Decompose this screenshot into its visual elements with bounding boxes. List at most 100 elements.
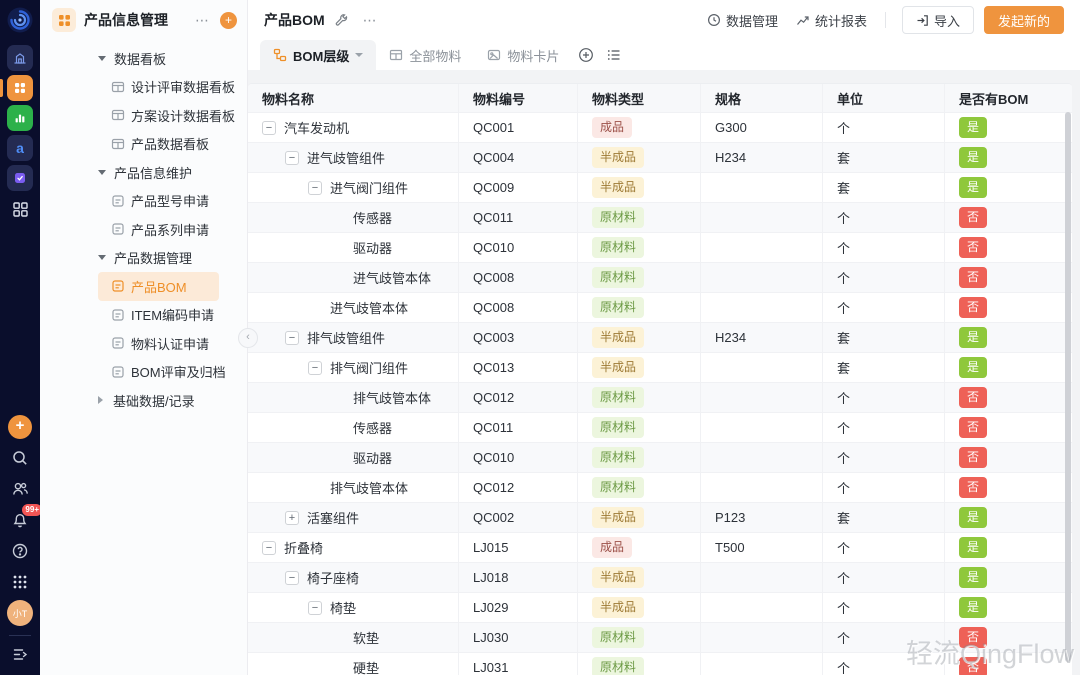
table-row[interactable]: 排气歧管本体QC012原材料个否 — [248, 473, 1072, 503]
cell-spec — [701, 233, 823, 263]
stats-report-link[interactable]: 统计报表 — [796, 11, 867, 30]
collapse-node-icon[interactable]: − — [285, 151, 299, 165]
org-app-icon[interactable] — [7, 45, 33, 71]
create-new-button[interactable]: 发起新的 — [984, 6, 1064, 34]
cell-has-bom: 是 — [945, 353, 1072, 383]
collapse-node-icon[interactable]: − — [308, 181, 322, 195]
table-row[interactable]: 软垫LJ030原材料个否 — [248, 623, 1072, 653]
cell-material-type: 原材料 — [578, 293, 701, 323]
tab-all-materials[interactable]: 全部物料 — [376, 40, 474, 70]
cell-has-bom: 是 — [945, 593, 1072, 623]
table-row[interactable]: 传感器QC011原材料个否 — [248, 203, 1072, 233]
report-app-icon[interactable] — [7, 105, 33, 131]
help-icon[interactable] — [7, 538, 33, 564]
page-more-icon[interactable]: ⋯ — [359, 12, 382, 29]
table-row[interactable]: 硬垫LJ031原材料个否 — [248, 653, 1072, 675]
app-grid-icon[interactable] — [7, 569, 33, 595]
table-row[interactable]: −折叠椅LJ015成品T500个是 — [248, 533, 1072, 563]
table-row[interactable]: −汽车发动机QC001成品G300个是 — [248, 113, 1072, 143]
table-row[interactable]: −进气阀门组件QC009半成品套是 — [248, 173, 1072, 203]
contacts-icon[interactable] — [7, 476, 33, 502]
sidebar-item-label: 产品数据管理 — [114, 248, 192, 267]
table-row[interactable]: 排气歧管本体QC012原材料个否 — [248, 383, 1072, 413]
search-app-icon[interactable]: a — [7, 135, 33, 161]
sidebar-item[interactable]: 产品BOM — [98, 272, 219, 301]
sidebar-group[interactable]: 产品数据管理 — [98, 244, 219, 273]
cell-material-name: 进气歧管本体 — [248, 293, 459, 323]
sidebar-item[interactable]: BOM评审及归档 — [98, 358, 219, 387]
view-list-icon[interactable] — [600, 40, 628, 70]
sidebar-item-label: 物料认证申请 — [131, 334, 209, 353]
sidebar-item[interactable]: 产品系列申请 — [98, 215, 219, 244]
table-row[interactable]: 驱动器QC010原材料个否 — [248, 443, 1072, 473]
cell-material-type: 原材料 — [578, 653, 701, 675]
cell-material-code: LJ030 — [459, 623, 578, 653]
sidebar-group[interactable]: 产品信息维护 — [98, 158, 219, 187]
col-header-unit: 单位 — [823, 84, 945, 113]
sidebar-item[interactable]: ITEM编码申请 — [98, 301, 219, 330]
sidebar-item[interactable]: 产品型号申请 — [98, 187, 219, 216]
cell-has-bom: 否 — [945, 473, 1072, 503]
collapse-node-icon[interactable]: − — [285, 331, 299, 345]
table-row[interactable]: −进气歧管组件QC004半成品H234套是 — [248, 143, 1072, 173]
table-row[interactable]: 驱动器QC010原材料个否 — [248, 233, 1072, 263]
apps-active-icon[interactable] — [7, 75, 33, 101]
stats-report-label: 统计报表 — [815, 11, 867, 30]
material-name-text: 传感器 — [353, 418, 392, 437]
sidebar-item[interactable]: 设计评审数据看板 — [98, 73, 219, 102]
search-icon[interactable] — [7, 445, 33, 471]
add-view-icon[interactable] — [572, 40, 600, 70]
tab-bom-hierarchy[interactable]: BOM层级 — [260, 40, 376, 70]
expand-node-icon[interactable]: + — [285, 511, 299, 525]
table-row[interactable]: +活塞组件QC002半成品P123套是 — [248, 503, 1072, 533]
import-button[interactable]: 导入 — [902, 6, 974, 34]
table-row[interactable]: 传感器QC011原材料个否 — [248, 413, 1072, 443]
sidebar-item[interactable]: 物料认证申请 — [98, 329, 219, 358]
grid-outline-icon[interactable] — [7, 196, 33, 222]
sidebar-more-icon[interactable]: ⋯ — [191, 12, 214, 29]
qingflow-logo-icon[interactable] — [7, 7, 33, 33]
table-row[interactable]: −椅子座椅LJ018半成品个是 — [248, 563, 1072, 593]
collapse-node-icon[interactable]: − — [262, 541, 276, 555]
has-bom-badge: 否 — [959, 297, 987, 317]
configure-wrench-icon[interactable] — [335, 13, 349, 27]
data-manage-link[interactable]: 数据管理 — [707, 11, 778, 30]
cell-material-type: 原材料 — [578, 203, 701, 233]
collapse-node-icon[interactable]: − — [285, 571, 299, 585]
has-bom-badge: 否 — [959, 477, 987, 497]
sidebar-item-label: 方案设计数据看板 — [131, 106, 235, 125]
cell-material-code: QC001 — [459, 113, 578, 143]
collapse-node-icon[interactable]: − — [308, 601, 322, 615]
cell-material-code: QC009 — [459, 173, 578, 203]
tab-material-cards[interactable]: 物料卡片 — [474, 40, 572, 70]
cell-has-bom: 否 — [945, 203, 1072, 233]
table-row[interactable]: −排气阀门组件QC013半成品套是 — [248, 353, 1072, 383]
table-row[interactable]: 进气歧管本体QC008原材料个否 — [248, 293, 1072, 323]
col-header-material-name: 物料名称 — [248, 84, 459, 113]
cell-material-type: 原材料 — [578, 623, 701, 653]
material-type-badge: 原材料 — [592, 297, 644, 317]
table-row[interactable]: 进气歧管本体QC008原材料个否 — [248, 263, 1072, 293]
material-name-text: 椅垫 — [330, 598, 356, 617]
media-app-icon[interactable] — [7, 165, 33, 191]
page-title: 产品BOM — [264, 10, 325, 30]
sidebar-group[interactable]: 数据看板 — [98, 44, 219, 73]
table-row[interactable]: −排气歧管组件QC003半成品H234套是 — [248, 323, 1072, 353]
cell-spec — [701, 593, 823, 623]
collapse-node-icon[interactable]: − — [262, 121, 276, 135]
sidebar-item[interactable]: 方案设计数据看板 — [98, 101, 219, 130]
collapse-node-icon[interactable]: − — [308, 361, 322, 375]
avatar[interactable]: 小T — [7, 600, 33, 626]
sidebar-add-icon[interactable]: + — [220, 12, 237, 29]
notifications-icon[interactable]: 99+ — [7, 507, 33, 533]
sidebar-item[interactable]: 产品数据看板 — [98, 130, 219, 159]
add-icon[interactable]: + — [7, 414, 33, 440]
vertical-scrollbar[interactable] — [1065, 112, 1071, 662]
workspace-title: 产品信息管理 — [84, 10, 191, 30]
cell-has-bom: 否 — [945, 623, 1072, 653]
table-row[interactable]: −椅垫LJ029半成品个是 — [248, 593, 1072, 623]
cell-spec: P123 — [701, 503, 823, 533]
sidebar-group[interactable]: 基础数据/记录 — [98, 386, 219, 415]
collapse-rail-icon[interactable] — [7, 641, 33, 667]
sidebar-collapse-button[interactable]: ‹ — [238, 328, 258, 348]
